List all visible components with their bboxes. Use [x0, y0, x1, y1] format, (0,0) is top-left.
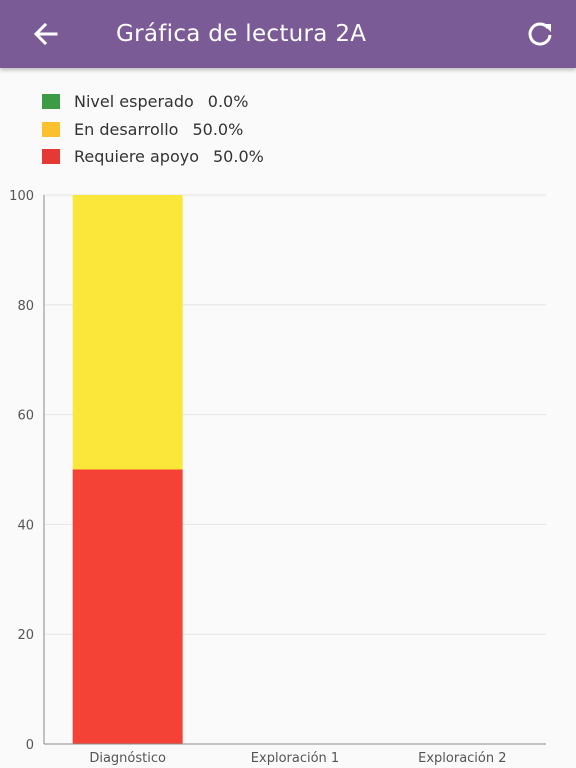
legend-swatch-yellow: [42, 121, 60, 137]
page-title: Gráfica de lectura 2A: [116, 21, 367, 47]
x-tick-label: Exploración 2: [418, 751, 506, 766]
legend-item-requiere-apoyo: Requiere apoyo 50.0%: [42, 143, 264, 171]
legend-swatch-red: [42, 149, 60, 165]
legend-value: 50.0%: [192, 119, 244, 139]
y-tick-label: 20: [17, 628, 34, 643]
chart-legend: Nivel esperado 0.0% En desarrollo 50.0% …: [42, 88, 264, 171]
y-tick-label: 0: [26, 738, 34, 753]
legend-label: Requiere apoyo: [74, 147, 199, 167]
y-tick-label: 60: [17, 409, 34, 424]
x-tick-label: Diagnóstico: [89, 751, 166, 766]
legend-swatch-green: [42, 94, 60, 110]
arrow-left-icon[interactable]: [30, 18, 62, 50]
app-screen: Gráfica de lectura 2A Nivel esperado 0.0…: [0, 0, 576, 768]
bar-segment: [72, 195, 183, 470]
legend-item-en-desarrollo: En desarrollo 50.0%: [42, 116, 264, 144]
y-tick-label: 40: [17, 518, 34, 533]
legend-label: En desarrollo: [74, 119, 179, 139]
x-tick-label: Exploración 1: [251, 751, 339, 766]
y-tick-label: 100: [9, 189, 34, 204]
bar-chart-svg: 0 20 40 60 80 100 Diagnóstico Exploración 1 Expl…: [9, 189, 546, 766]
bar-chart: 0 20 40 60 80 100 Diagnóstico Exploración 1 Expl…: [0, 180, 576, 768]
legend-value: 50.0%: [213, 147, 264, 167]
app-bar: Gráfica de lectura 2A: [0, 0, 576, 68]
refresh-icon[interactable]: [524, 18, 556, 50]
legend-label: Nivel esperado: [74, 92, 194, 112]
bar-segment: [72, 469, 183, 744]
y-tick-label: 80: [17, 299, 34, 314]
legend-item-nivel-esperado: Nivel esperado 0.0%: [42, 88, 264, 116]
legend-value: 0.0%: [207, 92, 249, 112]
